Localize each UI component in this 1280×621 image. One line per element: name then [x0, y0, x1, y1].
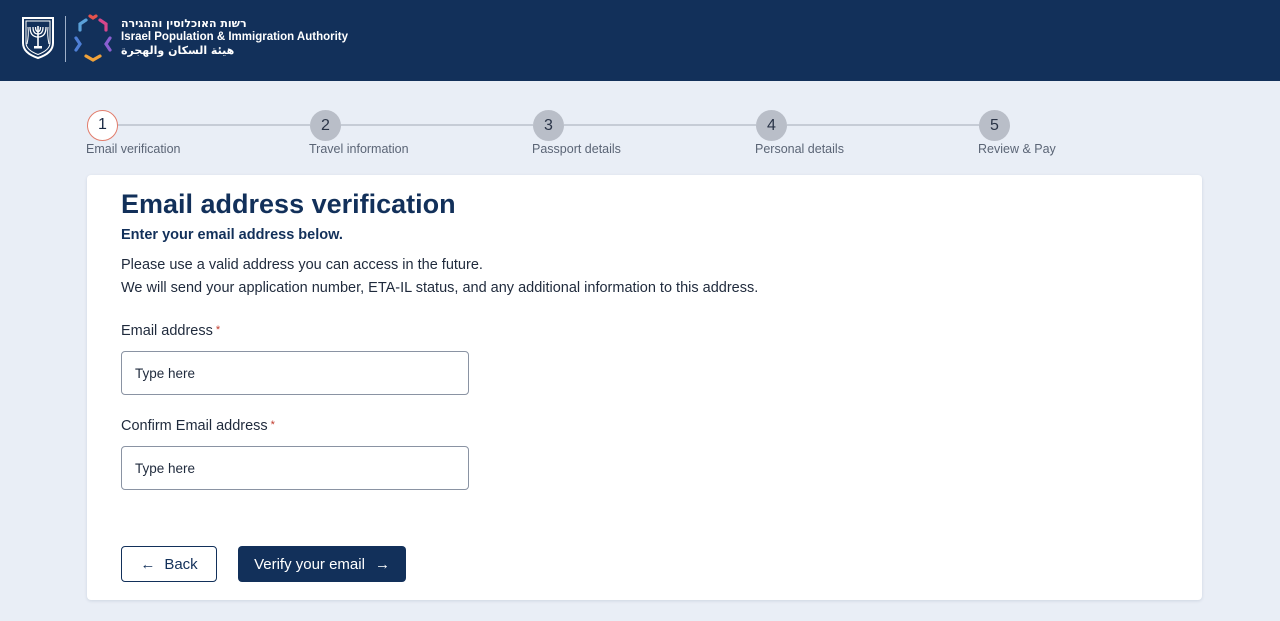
required-marker: *: [270, 419, 275, 431]
authority-name-arabic: هيئة السكان والهجرة: [121, 44, 235, 57]
back-button-label: Back: [164, 555, 198, 573]
confirm-email-field-label: Confirm Email address *: [121, 418, 275, 434]
verify-email-button[interactable]: Verify your email →: [238, 546, 406, 582]
step-label: Personal details: [755, 142, 844, 156]
progress-stepper: 1 Email verification 2 Travel informatio…: [0, 108, 1280, 160]
arrow-left-icon: ←: [140, 555, 156, 573]
top-header-bar: רשות האוכלוסין וההגירה Israel Population…: [0, 0, 1280, 81]
step-connector: [117, 124, 310, 126]
verify-button-label: Verify your email: [254, 555, 365, 573]
form-subtitle: Enter your email address below.: [121, 227, 343, 243]
step-number: 3: [533, 110, 564, 141]
step-connector: [341, 124, 533, 126]
confirm-email-label-text: Confirm Email address: [121, 418, 268, 434]
step-number: 1: [87, 110, 118, 141]
step-label: Passport details: [532, 142, 621, 156]
email-input[interactable]: [121, 351, 469, 395]
step-connector: [564, 124, 756, 126]
page-title: Email address verification: [121, 189, 456, 219]
step-label: Email verification: [86, 142, 181, 156]
state-emblem-icon: [22, 17, 54, 60]
step-connector: [787, 124, 979, 126]
required-marker: *: [215, 324, 221, 336]
header-divider: [65, 16, 66, 62]
form-description-line1: Please use a valid address you can acces…: [121, 257, 483, 273]
back-button[interactable]: ← Back: [121, 546, 217, 582]
authority-name-english: Israel Population & Immigration Authorit…: [121, 30, 349, 43]
arrow-right-icon: →: [374, 555, 390, 573]
step-number: 5: [979, 110, 1010, 141]
email-verification-card: Email address verification Enter your em…: [87, 175, 1202, 600]
email-field-label: Email address *: [121, 323, 220, 339]
email-label-text: Email address: [121, 323, 213, 339]
step-number: 2: [310, 110, 341, 141]
authority-name: רשות האוכלוסין וההגירה Israel Population…: [121, 17, 348, 58]
step-label: Travel information: [309, 142, 409, 156]
authority-name-hebrew: רשות האוכלוסין וההגירה: [121, 17, 247, 30]
step-number: 4: [756, 110, 787, 141]
step-label: Review & Pay: [978, 142, 1056, 156]
authority-star-logo-icon: [74, 14, 112, 62]
confirm-email-input[interactable]: [121, 446, 469, 490]
form-description-line2: We will send your application number, ET…: [121, 280, 759, 296]
